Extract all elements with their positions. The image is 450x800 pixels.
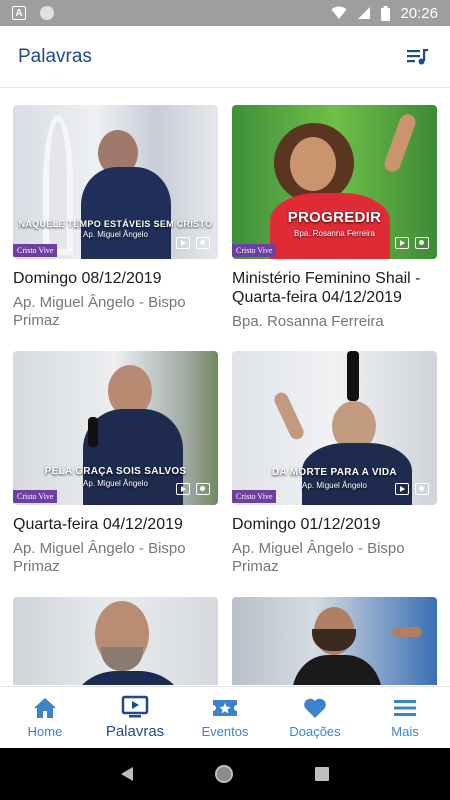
sermon-thumbnail[interactable]: PELA GRAÇA SOIS SALVOS Ap. Miguel Ângelo… xyxy=(13,351,218,505)
status-time: 20:26 xyxy=(400,4,438,22)
signal-icon xyxy=(358,7,371,19)
sermon-thumbnail[interactable]: DA MORTE PARA A VIDA Ap. Miguel Ângelo C… xyxy=(232,351,437,505)
playlist-button[interactable] xyxy=(404,43,432,71)
nav-palavras[interactable]: Palavras xyxy=(90,687,180,748)
sermon-card[interactable] xyxy=(232,597,437,685)
sermon-thumbnail[interactable] xyxy=(13,597,218,685)
audio-icon xyxy=(196,237,210,249)
card-subtitle: Bpa. Rosanna Ferreira xyxy=(232,313,384,330)
nav-mais-label: Mais xyxy=(391,724,419,739)
ticket-star-icon xyxy=(213,700,237,716)
nav-home-label: Home xyxy=(27,724,63,739)
brand-tag: Cristo Vive xyxy=(232,244,277,257)
nav-mais[interactable]: Mais xyxy=(360,687,450,748)
video-icon xyxy=(176,237,190,249)
thumbnail-caption: DA MORTE PARA A VIDA xyxy=(272,467,397,478)
card-subtitle: Ap. Miguel Ângelo - Bispo Primaz xyxy=(13,540,186,575)
playlist-music-icon xyxy=(407,48,428,64)
brand-tag: Cristo Vive xyxy=(13,490,58,503)
heart-icon xyxy=(304,698,326,718)
sermon-thumbnail[interactable] xyxy=(232,597,437,685)
recent-apps-icon[interactable] xyxy=(315,767,329,781)
brand-tag: Cristo Vive xyxy=(13,244,58,257)
sermon-card[interactable]: DA MORTE PARA A VIDA Ap. Miguel Ângelo C… xyxy=(232,351,437,576)
battery-icon xyxy=(381,5,391,21)
thumbnail-caption: PROGREDIR xyxy=(287,209,382,226)
sermon-card[interactable]: NAQUELE TEMPO ESTÁVEIS SEM CRISTO Ap. Mi… xyxy=(13,105,218,330)
menu-icon xyxy=(394,700,416,716)
thumbnail-caption: PELA GRAÇA SOIS SALVOS xyxy=(44,466,187,477)
card-subtitle: Ap. Miguel Ângelo - Bispo Primaz xyxy=(13,294,186,329)
nav-eventos[interactable]: Eventos xyxy=(180,687,270,748)
page-title: Palavras xyxy=(18,45,92,67)
card-title: Quarta-feira 04/12/2019 xyxy=(13,516,183,533)
card-title: Domingo 01/12/2019 xyxy=(232,516,381,533)
video-icon xyxy=(176,483,190,495)
sermon-thumbnail[interactable]: PROGREDIR Bpa. Rosanna Ferreira Cristo V… xyxy=(232,105,437,259)
sermon-card[interactable] xyxy=(13,597,218,685)
back-icon[interactable] xyxy=(121,767,133,781)
notification-a-icon: A xyxy=(12,6,26,20)
wifi-icon xyxy=(331,6,347,19)
home-circle-icon[interactable] xyxy=(215,765,233,783)
audio-icon xyxy=(196,483,210,495)
app-bar: Palavras xyxy=(0,26,450,88)
system-nav-bar xyxy=(0,748,450,800)
card-title: Ministério Feminino Shail - Quarta-feira… xyxy=(232,270,421,306)
status-bar: A 20:26 xyxy=(0,0,450,26)
card-subtitle: Ap. Miguel Ângelo - Bispo Primaz xyxy=(232,540,405,575)
video-icon xyxy=(395,483,409,495)
notification-circle-icon xyxy=(40,6,54,20)
home-icon xyxy=(34,698,56,718)
nav-palavras-label: Palavras xyxy=(105,723,165,740)
sermon-card[interactable]: PROGREDIR Bpa. Rosanna Ferreira Cristo V… xyxy=(232,105,437,331)
nav-eventos-label: Eventos xyxy=(201,724,249,739)
tv-play-icon xyxy=(121,695,149,718)
brand-tag: Cristo Vive xyxy=(232,490,277,503)
nav-doacoes[interactable]: Doações xyxy=(270,687,360,748)
audio-icon xyxy=(415,237,429,249)
sermon-thumbnail[interactable]: NAQUELE TEMPO ESTÁVEIS SEM CRISTO Ap. Mi… xyxy=(13,105,218,259)
video-icon xyxy=(395,237,409,249)
audio-icon xyxy=(415,483,429,495)
card-title: Domingo 08/12/2019 xyxy=(13,270,162,287)
sermon-grid: NAQUELE TEMPO ESTÁVEIS SEM CRISTO Ap. Mi… xyxy=(0,89,450,685)
sermon-card[interactable]: PELA GRAÇA SOIS SALVOS Ap. Miguel Ângelo… xyxy=(13,351,218,576)
thumbnail-caption: NAQUELE TEMPO ESTÁVEIS SEM CRISTO xyxy=(18,219,213,229)
bottom-nav: Home Palavras Eventos Doações Mais xyxy=(0,686,450,748)
nav-doacoes-label: Doações xyxy=(289,724,341,739)
nav-home[interactable]: Home xyxy=(0,687,90,748)
